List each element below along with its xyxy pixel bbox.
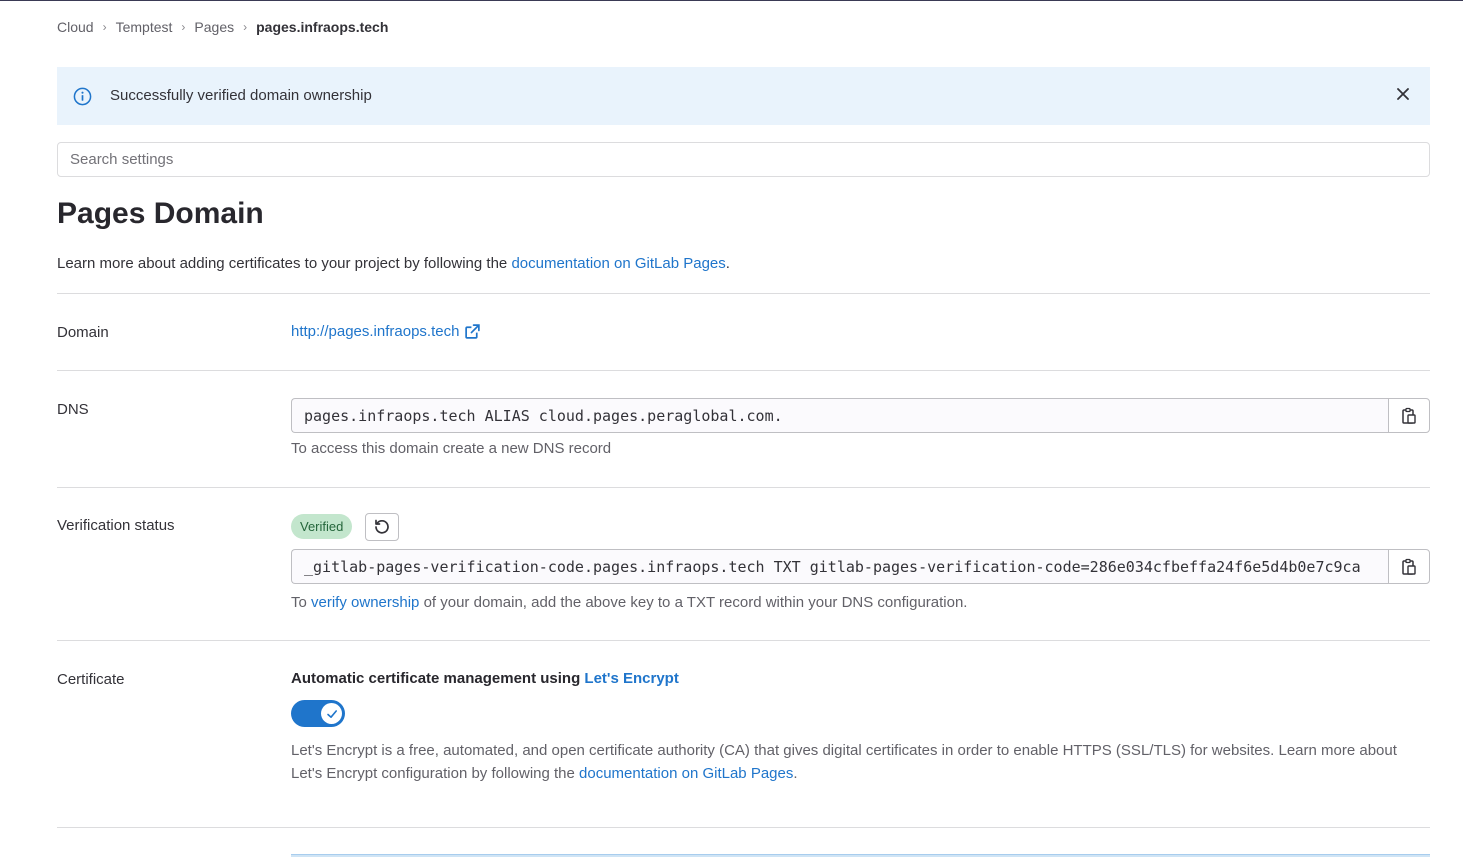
check-icon (326, 709, 337, 718)
verification-help-text: To verify ownership of your domain, add … (291, 594, 967, 611)
verification-record-field[interactable]: _gitlab-pages-verification-code.pages.in… (291, 549, 1388, 584)
copy-icon (1402, 558, 1416, 575)
top-border (0, 0, 1463, 1)
dns-record-field[interactable]: pages.infraops.tech ALIAS cloud.pages.pe… (291, 398, 1388, 433)
divider (57, 370, 1430, 371)
divider (57, 640, 1430, 641)
retry-icon (375, 519, 389, 534)
verification-record-group: _gitlab-pages-verification-code.pages.in… (291, 549, 1430, 584)
dns-label: DNS (57, 401, 89, 418)
intro-suffix: . (725, 255, 730, 272)
breadcrumb-item-temptest[interactable]: Temptest (116, 19, 173, 35)
certificate-description-suffix: . (793, 765, 798, 782)
breadcrumb-item-pages[interactable]: Pages (194, 19, 234, 35)
lets-encrypt-link[interactable]: Let's Encrypt (584, 670, 678, 687)
intro-documentation-link[interactable]: documentation on GitLab Pages (511, 255, 725, 272)
certificate-label: Certificate (57, 671, 125, 688)
divider (57, 827, 1430, 828)
verified-badge: Verified (291, 514, 353, 539)
info-icon (73, 87, 92, 106)
chevron-right-icon: › (243, 20, 248, 34)
certificate-description: Let's Encrypt is a free, automated, and … (291, 739, 1430, 785)
verification-help-prefix: To (291, 594, 312, 611)
close-icon[interactable] (1394, 85, 1412, 103)
copy-icon (1402, 407, 1416, 424)
search-settings-input[interactable] (57, 142, 1430, 177)
verification-help-suffix: of your domain, add the above key to a T… (419, 594, 968, 611)
certificate-description-text: Let's Encrypt is a free, automated, and … (291, 742, 1397, 782)
toggle-knob (321, 703, 342, 724)
domain-label: Domain (57, 324, 109, 341)
intro-text: Learn more about adding certificates to … (57, 255, 512, 272)
divider (57, 487, 1430, 488)
success-alert: Successfully verified domain ownership (57, 67, 1430, 125)
page-intro: Learn more about adding certificates to … (57, 255, 730, 272)
verify-ownership-link[interactable]: verify ownership (311, 594, 419, 611)
dns-help-text: To access this domain create a new DNS r… (291, 440, 612, 457)
certificate-documentation-link[interactable]: documentation on GitLab Pages (579, 765, 793, 782)
external-link-icon (465, 324, 481, 339)
chevron-right-icon: › (181, 20, 186, 34)
auto-certificate-toggle[interactable] (291, 700, 345, 727)
breadcrumb: Cloud › Temptest › Pages › pages.infraop… (57, 19, 388, 35)
domain-url-link[interactable]: http://pages.infraops.tech (291, 323, 481, 340)
certificate-title: Automatic certificate management using L… (291, 670, 679, 687)
copy-verification-button[interactable] (1388, 549, 1430, 584)
alert-message: Successfully verified domain ownership (110, 87, 372, 104)
divider (57, 293, 1430, 294)
page-title: Pages Domain (57, 197, 264, 230)
verification-status-label: Verification status (57, 517, 175, 534)
domain-url-text: http://pages.infraops.tech (291, 323, 460, 340)
chevron-right-icon: › (102, 20, 107, 34)
breadcrumb-item-cloud[interactable]: Cloud (57, 19, 94, 35)
copy-dns-button[interactable] (1388, 398, 1430, 433)
retry-verification-button[interactable] (365, 513, 399, 541)
breadcrumb-item-current[interactable]: pages.infraops.tech (256, 19, 388, 35)
dns-record-group: pages.infraops.tech ALIAS cloud.pages.pe… (291, 398, 1430, 433)
certificate-title-text: Automatic certificate management using (291, 670, 585, 687)
